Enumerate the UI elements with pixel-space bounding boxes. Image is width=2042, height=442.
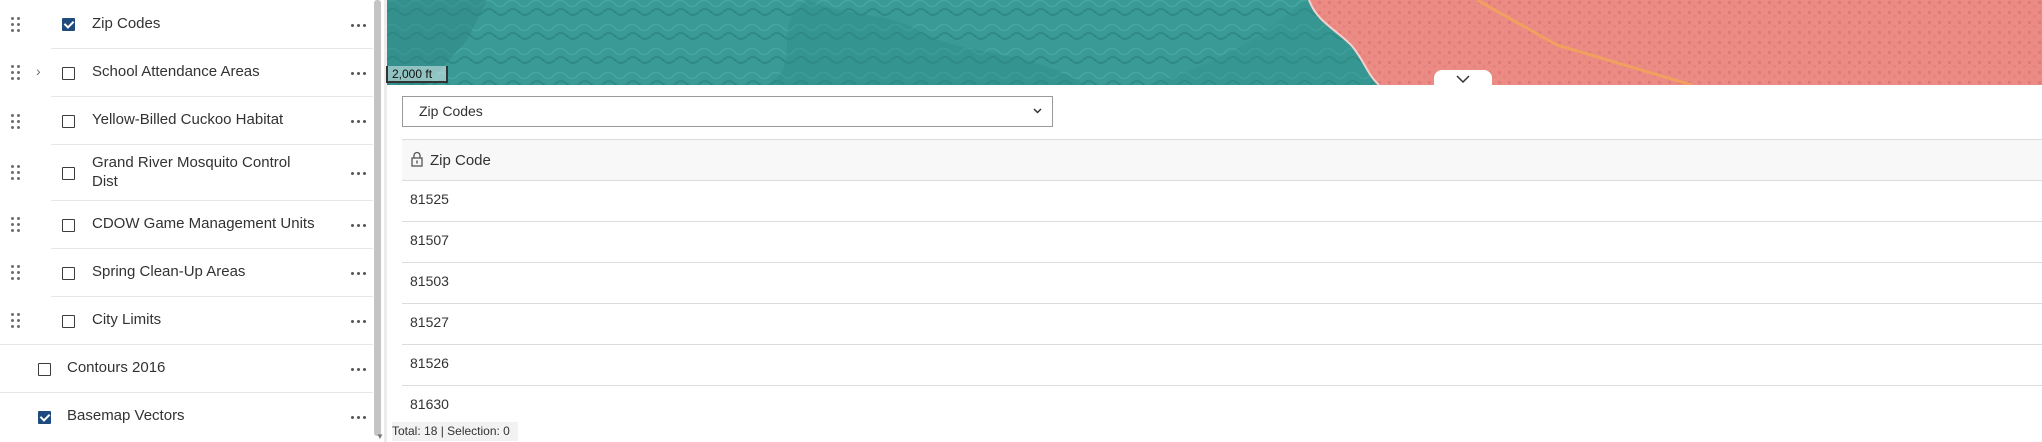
layer-label: Spring Clean-Up Areas bbox=[92, 263, 246, 280]
layer-label: Grand River Mosquito Control bbox=[92, 154, 291, 171]
column-header-label: Zip Code bbox=[430, 152, 491, 169]
map-canvas[interactable] bbox=[387, 0, 2042, 85]
layer-visibility-checkbox[interactable] bbox=[62, 315, 75, 328]
table-cell: 81503 bbox=[410, 273, 449, 289]
more-options-icon[interactable] bbox=[351, 368, 367, 372]
table-row[interactable]: 81630 bbox=[402, 386, 2042, 427]
layer-item-cdow-game-management-units[interactable]: CDOW Game Management Units bbox=[0, 201, 373, 249]
drag-handle-icon[interactable] bbox=[11, 65, 21, 81]
map-scale-bar: 2,000 ft bbox=[386, 66, 448, 83]
attribute-table-panel: Zip Codes Zip Code 81525 81507 81503 815… bbox=[387, 85, 2042, 442]
layer-visibility-checkbox[interactable] bbox=[38, 411, 51, 424]
chevron-down-icon bbox=[1033, 108, 1042, 114]
layer-item-spring-clean-up-areas[interactable]: Spring Clean-Up Areas bbox=[0, 249, 373, 297]
drag-handle-icon[interactable] bbox=[11, 165, 21, 181]
layer-visibility-checkbox[interactable] bbox=[62, 267, 75, 280]
chevron-down-icon bbox=[1456, 75, 1470, 84]
column-header-zip-code[interactable]: Zip Code bbox=[402, 140, 2042, 181]
layer-item-school-attendance-areas[interactable]: › School Attendance Areas bbox=[0, 49, 373, 97]
table-row[interactable]: 81525 bbox=[402, 181, 2042, 222]
table-cell: 81630 bbox=[410, 396, 449, 412]
layer-visibility-checkbox[interactable] bbox=[62, 18, 75, 31]
table-cell: 81526 bbox=[410, 355, 449, 371]
layer-list-panel: Zip Codes › School Attendance Areas Yell… bbox=[0, 0, 373, 442]
more-options-icon[interactable] bbox=[351, 320, 367, 324]
layer-visibility-checkbox[interactable] bbox=[62, 115, 75, 128]
layer-item-contours-2016[interactable]: Contours 2016 bbox=[0, 345, 373, 393]
city-region bbox=[1309, 0, 2042, 85]
layer-label: Contours 2016 bbox=[67, 359, 166, 376]
layer-label: City Limits bbox=[92, 311, 162, 328]
more-options-icon[interactable] bbox=[351, 224, 367, 228]
layer-item-city-limits[interactable]: City Limits bbox=[0, 297, 373, 345]
layer-visibility-checkbox[interactable] bbox=[62, 67, 75, 80]
drag-handle-icon[interactable] bbox=[11, 17, 21, 33]
map-view[interactable] bbox=[387, 0, 2042, 85]
layer-item-zip-codes[interactable]: Zip Codes bbox=[0, 0, 373, 49]
layer-label: Yellow-Billed Cuckoo Habitat bbox=[92, 111, 284, 128]
layer-panel-scrollbar[interactable] bbox=[374, 0, 381, 436]
table-row[interactable]: 81526 bbox=[402, 345, 2042, 386]
chevron-right-icon[interactable]: › bbox=[36, 63, 41, 79]
drag-handle-icon[interactable] bbox=[11, 313, 21, 329]
layer-visibility-checkbox[interactable] bbox=[38, 363, 51, 376]
layer-label: Basemap Vectors bbox=[67, 407, 185, 424]
more-options-icon[interactable] bbox=[351, 120, 367, 124]
table-row[interactable]: 81527 bbox=[402, 304, 2042, 345]
table-row[interactable]: 81507 bbox=[402, 222, 2042, 263]
layer-item-basemap-vectors[interactable]: Basemap Vectors bbox=[0, 393, 373, 442]
layer-label: School Attendance Areas bbox=[92, 63, 260, 80]
drag-handle-icon[interactable] bbox=[11, 265, 21, 281]
table-cell: 81507 bbox=[410, 232, 449, 248]
drag-handle-icon[interactable] bbox=[11, 114, 21, 130]
record-count: Total: 18 | Selection: 0 bbox=[392, 424, 510, 438]
layer-select-value: Zip Codes bbox=[419, 103, 483, 119]
layer-visibility-checkbox[interactable] bbox=[62, 219, 75, 232]
scroll-down-arrow-icon[interactable]: ▼ bbox=[376, 432, 384, 441]
more-options-icon[interactable] bbox=[351, 272, 367, 276]
drag-handle-icon[interactable] bbox=[11, 217, 21, 233]
more-options-icon[interactable] bbox=[351, 72, 367, 76]
more-options-icon[interactable] bbox=[351, 416, 367, 420]
layer-item-grand-river-mosquito-control-dist[interactable]: Grand River Mosquito Control Dist bbox=[0, 145, 373, 201]
more-options-icon[interactable] bbox=[351, 24, 367, 28]
layer-item-yellow-billed-cuckoo-habitat[interactable]: Yellow-Billed Cuckoo Habitat bbox=[0, 97, 373, 145]
table-cell: 81525 bbox=[410, 191, 449, 207]
collapse-table-button[interactable] bbox=[1434, 70, 1492, 86]
table-cell: 81527 bbox=[410, 314, 449, 330]
layer-label: CDOW Game Management Units bbox=[92, 215, 315, 232]
layer-select-dropdown[interactable]: Zip Codes bbox=[402, 96, 1053, 127]
table-footer-status: Total: 18 | Selection: 0 bbox=[392, 422, 518, 441]
layer-visibility-checkbox[interactable] bbox=[62, 167, 75, 180]
table-row[interactable]: 81503 bbox=[402, 263, 2042, 304]
lock-icon bbox=[411, 151, 423, 167]
layer-label: Zip Codes bbox=[92, 15, 161, 32]
layer-label-line-2: Dist bbox=[92, 173, 118, 190]
more-options-icon[interactable] bbox=[351, 172, 367, 176]
